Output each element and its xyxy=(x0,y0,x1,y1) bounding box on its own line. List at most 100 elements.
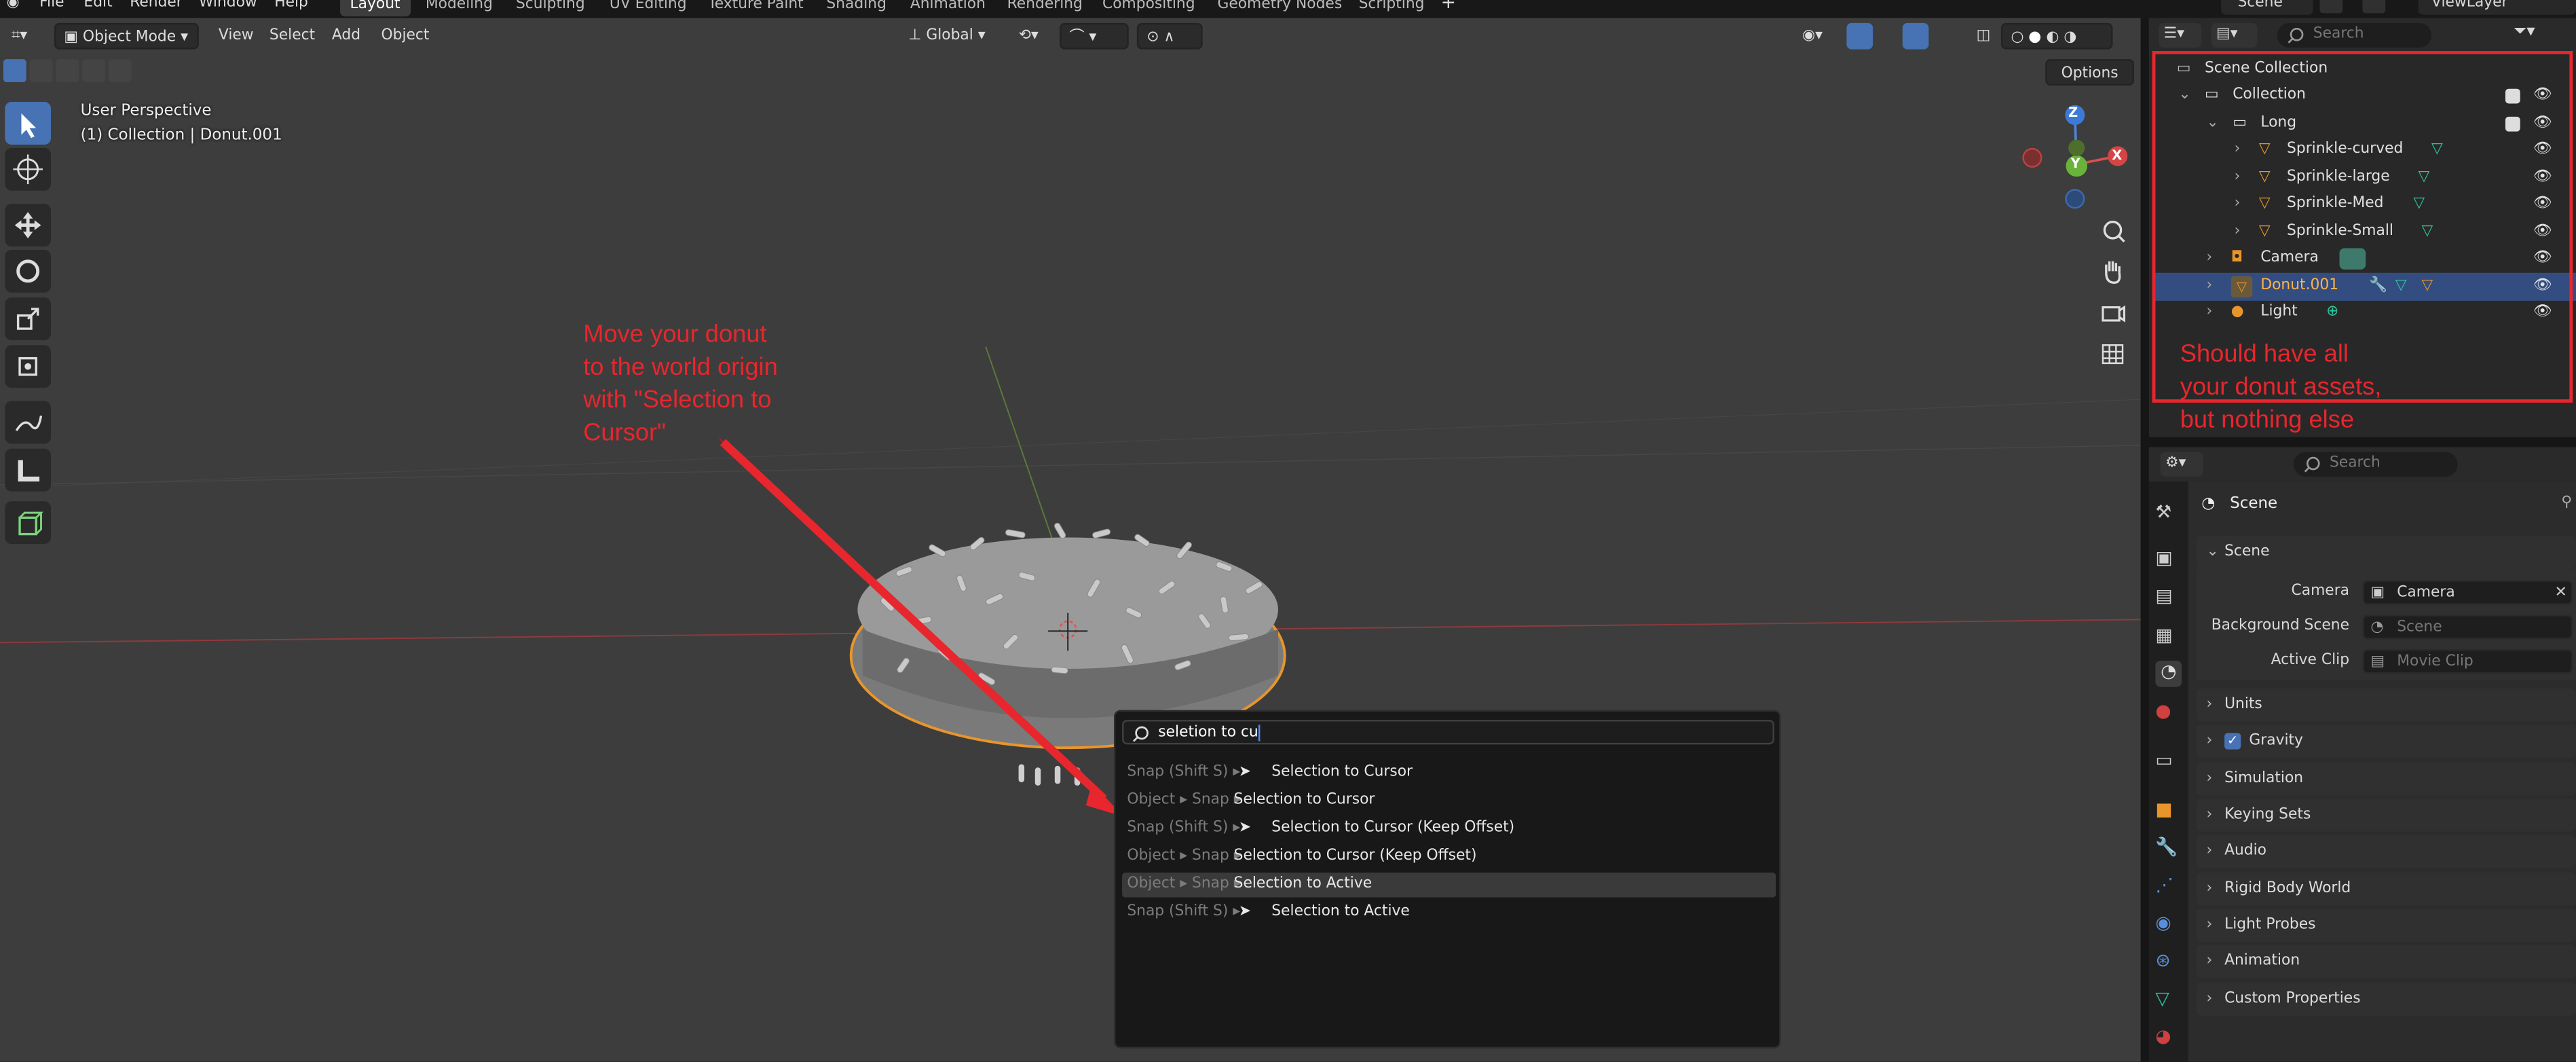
scene-tab-icon[interactable]: ◔ xyxy=(2155,660,2182,687)
zoom-icon[interactable] xyxy=(2096,215,2129,248)
mode-selector[interactable]: ▣ Object Mode ▾ xyxy=(54,22,199,50)
area-divider[interactable] xyxy=(2140,18,2149,1062)
pin-icon[interactable]: ⚲ xyxy=(2561,495,2572,511)
physics-tab-icon[interactable]: ◉ xyxy=(2155,912,2182,938)
menu-window[interactable]: Window xyxy=(199,0,257,15)
scene-panel-header[interactable]: ⌄ Scene xyxy=(2196,536,2576,569)
wireframe-shading-icon[interactable]: ○ xyxy=(2011,30,2023,46)
select-intersect-icon[interactable] xyxy=(108,59,132,83)
modifier-tab-icon[interactable]: 🔧 xyxy=(2155,837,2182,863)
visibility-icon[interactable]: ◉▾ xyxy=(1794,23,1837,50)
view-layer-tab-icon[interactable]: ▦ xyxy=(2155,625,2182,651)
editor-type-icon[interactable]: ☰▾ xyxy=(2159,22,2202,48)
menu-file[interactable]: File xyxy=(39,0,64,15)
select-new-icon[interactable] xyxy=(3,59,26,83)
view-layer-selector[interactable]: ViewLayer xyxy=(2418,0,2576,15)
pivot-point-icon[interactable]: ⟲▾ xyxy=(1010,23,1056,50)
ortho-grid-icon[interactable] xyxy=(2096,337,2129,369)
operator-search-input[interactable]: seletion to cu xyxy=(1122,720,1774,745)
tab-modeling[interactable]: Modeling xyxy=(415,0,502,16)
search-result-item[interactable]: Snap (Shift S) ▸ ➤ Selection to Active xyxy=(1122,900,1776,925)
rendered-shading-icon[interactable]: ◑ xyxy=(2064,30,2076,46)
light-probes-panel-header[interactable]: › Light Probes xyxy=(2196,909,2576,942)
menu-add[interactable]: Add xyxy=(324,23,369,50)
outliner-search-input[interactable]: Search xyxy=(2277,22,2432,48)
gravity-checkbox[interactable]: ✓ xyxy=(2224,733,2241,750)
select-subtract-icon[interactable] xyxy=(56,59,79,83)
gizmo-toggle-icon[interactable] xyxy=(1846,22,1873,50)
tab-animation[interactable]: Animation xyxy=(900,0,995,16)
keying-sets-panel-header[interactable]: › Keying Sets xyxy=(2196,799,2576,832)
units-panel-header[interactable]: › Units xyxy=(2196,689,2576,722)
data-tab-icon[interactable]: ▽ xyxy=(2155,988,2182,1014)
solid-shading-icon[interactable]: ● xyxy=(2028,30,2041,46)
search-result-item[interactable]: Snap (Shift S) ▸ ➤ Selection to Cursor (… xyxy=(1122,817,1776,841)
render-tab-icon[interactable]: ▣ xyxy=(2155,547,2182,574)
custom-properties-panel-header[interactable]: › Custom Properties xyxy=(2196,983,2576,1016)
display-mode-icon[interactable]: ▤▾ xyxy=(2211,22,2258,48)
transform-tool-icon[interactable] xyxy=(5,345,52,388)
editor-type-icon[interactable]: ⚙▾ xyxy=(2160,452,2203,477)
measure-tool-icon[interactable] xyxy=(5,448,52,492)
active-clip-field[interactable]: ▤ Movie Clip xyxy=(2362,649,2573,674)
scene-selector[interactable]: Scene xyxy=(2221,0,2313,15)
tab-uv-editing[interactable]: UV Editing xyxy=(599,0,696,16)
particles-tab-icon[interactable]: ⋰ xyxy=(2155,875,2182,901)
add-workspace-icon[interactable]: + xyxy=(1441,0,1456,13)
filter-icon[interactable]: ⏷▾ xyxy=(2514,23,2535,41)
editor-type-icon[interactable]: ⌗▾ xyxy=(3,23,50,50)
proportional-editing-icon[interactable]: ⊙ ∧ xyxy=(1136,22,1203,50)
menu-edit[interactable]: Edit xyxy=(83,0,112,15)
pan-hand-icon[interactable] xyxy=(2096,255,2129,287)
collection-tab-icon[interactable]: ▭ xyxy=(2155,750,2182,776)
menu-object[interactable]: Object xyxy=(373,23,437,50)
output-tab-icon[interactable]: ▤ xyxy=(2155,585,2182,612)
annotate-tool-icon[interactable] xyxy=(5,401,52,444)
rigid-body-world-panel-header[interactable]: › Rigid Body World xyxy=(2196,873,2576,906)
world-tab-icon[interactable]: ● xyxy=(2155,700,2182,727)
search-result-item[interactable]: Snap (Shift S) ▸ ➤ Selection to Cursor xyxy=(1122,761,1776,786)
tab-texture-paint[interactable]: Texture Paint xyxy=(698,0,814,16)
transform-orientation-selector[interactable]: ⊥ Global ▾ xyxy=(900,23,1002,50)
area-divider[interactable] xyxy=(2148,437,2576,447)
properties-search-input[interactable]: Search xyxy=(2293,452,2458,477)
search-result-item[interactable]: Object ▸ Snap ▸ Selection to Cursor xyxy=(1122,789,1776,813)
add-cube-tool-icon[interactable] xyxy=(5,501,52,545)
material-tab-icon[interactable]: ◕ xyxy=(2155,1025,2182,1052)
new-scene-icon[interactable] xyxy=(2319,0,2343,14)
search-result-item-highlighted[interactable]: Object ▸ Snap ▸ Selection to Active xyxy=(1122,873,1776,898)
search-result-item[interactable]: Object ▸ Snap ▸ Selection to Cursor (Kee… xyxy=(1122,845,1776,869)
scale-tool-icon[interactable] xyxy=(5,297,52,341)
tab-scripting[interactable]: Scripting xyxy=(1349,0,1434,16)
gravity-panel-header[interactable]: › ✓ Gravity xyxy=(2196,725,2576,758)
object-tab-icon[interactable]: ■ xyxy=(2155,799,2182,825)
menu-render[interactable]: Render xyxy=(130,0,183,15)
tab-sculpting[interactable]: Sculpting xyxy=(506,0,595,16)
menu-help[interactable]: Help xyxy=(274,0,308,15)
move-tool-icon[interactable] xyxy=(5,204,52,247)
xray-toggle-icon[interactable]: ◫ xyxy=(1968,23,1992,50)
rotate-tool-icon[interactable] xyxy=(5,249,52,293)
audio-panel-header[interactable]: › Audio xyxy=(2196,835,2576,868)
select-box-tool-icon[interactable] xyxy=(5,102,52,145)
blender-logo-icon[interactable]: ◉ xyxy=(7,0,20,15)
background-scene-field[interactable]: ◔ Scene xyxy=(2362,615,2573,640)
camera-view-icon[interactable] xyxy=(2096,296,2129,329)
camera-field[interactable]: ▣ Camera ✕ xyxy=(2362,580,2573,605)
animation-panel-header[interactable]: › Animation xyxy=(2196,945,2576,978)
options-button[interactable]: Options xyxy=(2045,59,2134,86)
menu-view[interactable]: View xyxy=(210,23,262,50)
constraints-tab-icon[interactable]: ⊛ xyxy=(2155,950,2182,976)
tab-geometry-nodes[interactable]: Geometry Nodes xyxy=(1208,0,1352,16)
tab-rendering[interactable]: Rendering xyxy=(997,0,1092,16)
material-shading-icon[interactable]: ◐ xyxy=(2046,30,2059,46)
tool-tab-icon[interactable]: ⚒ xyxy=(2155,501,2182,528)
overlays-toggle-icon[interactable] xyxy=(1902,22,1929,50)
3d-viewport[interactable] xyxy=(0,18,2141,1062)
simulation-panel-header[interactable]: › Simulation xyxy=(2196,763,2576,796)
select-invert-icon[interactable] xyxy=(82,59,105,83)
menu-select[interactable]: Select xyxy=(261,23,323,50)
clear-icon[interactable]: ✕ xyxy=(2555,582,2567,605)
snap-toggle-icon[interactable]: ⌒ ▾ xyxy=(1060,22,1129,50)
tab-layout[interactable]: Layout xyxy=(340,0,411,17)
